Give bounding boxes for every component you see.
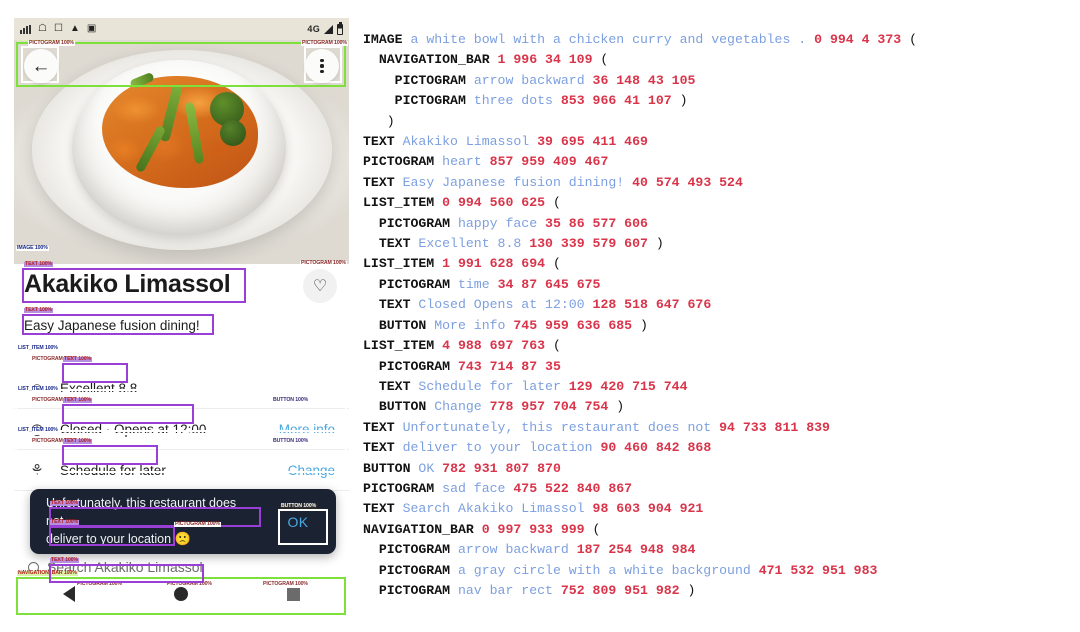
status-bar-left-icons: ☖ ☐ ▲ ▣ <box>20 24 307 34</box>
alarm-icon <box>20 24 31 34</box>
warning-icon: ▲ <box>69 23 80 34</box>
restaurant-content: Akakiko Limassol ♡ Easy Japanese fusion … <box>14 264 349 575</box>
listing-line: PICTOGRAM three dots 853 966 41 107 ) <box>394 93 688 109</box>
listing-line: TEXT Schedule for later 129 420 715 744 <box>378 378 688 394</box>
title-row: Akakiko Limassol ♡ <box>14 264 349 314</box>
home-icon: ☖ <box>38 23 47 34</box>
status-bar: ☖ ☐ ▲ ▣ 4G <box>14 18 349 40</box>
listing-line: TEXT Easy Japanese fusion dining! 40 574… <box>363 174 743 190</box>
listing-line: BUTTON More info 745 959 636 685 ) <box>378 317 648 333</box>
signal-bars-icon <box>324 24 333 34</box>
three-dots-icon <box>320 70 324 74</box>
arrow-backward-icon: ← <box>31 55 51 77</box>
listing-line: TEXT Closed Opens at 12:00 128 518 647 6… <box>378 297 712 313</box>
more-info-button[interactable]: More info <box>279 422 349 437</box>
three-dots-icon <box>320 58 324 62</box>
annotation-tag-happy-face: PICTOGRAM 100% <box>31 356 78 363</box>
snackbar-line-2: deliver to your location <box>46 532 172 547</box>
listing-line: TEXT Unfortunately, this restaurant does… <box>363 419 830 435</box>
list-item-label: Excellent 8.8 <box>60 380 138 396</box>
listing-line: PICTOGRAM time 34 87 645 675 <box>378 276 601 292</box>
list-item-label: Closed · Opens at 12:00 <box>60 421 207 437</box>
listing-line: PICTOGRAM sad face 475 522 840 867 <box>363 480 633 496</box>
info-rows: ☺ Excellent 8.8 ◴ Closed · Opens at 12:0… <box>14 368 349 491</box>
search-icon <box>28 561 39 573</box>
listing-line: TEXT Excellent 8.8 130 339 579 607 ) <box>378 236 664 252</box>
annotation-listing: IMAGE a white bowl with a chicken curry … <box>363 30 1073 601</box>
back-button[interactable]: ← <box>24 49 58 83</box>
status-bar-right-icons: 4G <box>307 22 343 35</box>
listing-line: TEXT Search Akakiko Limassol 98 603 904 … <box>363 501 704 517</box>
favorite-button[interactable]: ♡ <box>303 269 337 303</box>
listing-line: IMAGE a white bowl with a chicken curry … <box>363 32 918 47</box>
listing-line: NAVIGATION_BAR 0 997 933 999 ( <box>363 521 601 537</box>
snackbar-line-2-wrap: deliver to your location 🙁 <box>46 530 254 549</box>
listing-line: BUTTON OK 782 931 807 870 <box>363 460 561 476</box>
annotation-tag-list-item-1: LIST_ITEM 100% <box>17 345 59 352</box>
image-icon: ▣ <box>86 23 97 34</box>
snackbar-line-1: Unfortunately, this restaurant does not <box>46 495 237 529</box>
search-placeholder: Search Akakiko Limassol <box>47 559 203 575</box>
triangle-back-icon[interactable] <box>63 586 76 602</box>
heart-icon: ♡ <box>312 278 328 295</box>
network-label: 4G <box>307 24 320 34</box>
annotated-phone-screenshot: ☖ ☐ ▲ ▣ 4G ← Akakiko Limassol ♡ Easy Jap… <box>14 18 349 618</box>
restaurant-subtitle: Easy Japanese fusion dining! <box>24 318 200 333</box>
overflow-menu-button[interactable] <box>305 49 339 83</box>
listing-line: PICTOGRAM nav bar rect 752 809 951 982 ) <box>378 582 696 598</box>
screenshot-root: ☖ ☐ ▲ ▣ 4G ← Akakiko Limassol ♡ Easy Jap… <box>0 0 1080 632</box>
circle-home-icon[interactable] <box>173 587 188 601</box>
clock-icon: ◴ <box>30 421 44 438</box>
bike-delivery-icon: ⚘ <box>30 462 44 479</box>
listing-line: ) <box>378 113 395 129</box>
listing-line: PICTOGRAM 743 714 87 35 <box>378 358 561 374</box>
list-item[interactable]: ◴ Closed · Opens at 12:00 More info <box>14 409 349 450</box>
list-item[interactable]: ☺ Excellent 8.8 <box>14 368 349 409</box>
snackbar-dialog: Unfortunately, this restaurant does not … <box>30 489 336 554</box>
sim-icon: ☐ <box>53 23 63 34</box>
listing-line: TEXT deliver to your location 90 460 842… <box>363 440 712 456</box>
listing-line: PICTOGRAM happy face 35 86 577 606 <box>378 215 648 231</box>
snackbar-message: Unfortunately, this restaurant does not … <box>30 494 260 549</box>
list-item-label: Schedule for later <box>60 462 166 478</box>
listing-line: PICTOGRAM heart 857 959 409 467 <box>363 154 609 170</box>
bottom-navigation-bar <box>14 574 349 614</box>
listing-line: LIST_ITEM 1 991 628 694 ( <box>363 256 561 272</box>
battery-icon <box>337 22 343 35</box>
listing-line: BUTTON Change 778 957 704 754 ) <box>378 399 625 415</box>
square-recents-icon[interactable] <box>286 587 300 601</box>
listing-line: PICTOGRAM arrow backward 187 254 948 984 <box>378 542 696 558</box>
listing-line: PICTOGRAM a gray circle with a white bac… <box>378 562 878 578</box>
sad-face-icon: 🙁 <box>174 531 191 547</box>
listing-line: LIST_ITEM 4 988 697 763 ( <box>363 338 561 354</box>
listing-line: NAVIGATION_BAR 1 996 34 109 ( <box>378 52 609 68</box>
listing-line: LIST_ITEM 0 994 560 625 ( <box>363 195 561 211</box>
top-navigation-bar: ← <box>14 40 349 90</box>
three-dots-icon <box>320 64 324 68</box>
happy-face-icon: ☺ <box>29 379 45 397</box>
annotation-tag-excellent-text: TEXT 100% <box>63 356 93 363</box>
listing-line: TEXT Akakiko Limassol 39 695 411 469 <box>363 134 648 150</box>
ok-button[interactable]: OK <box>260 514 336 530</box>
broccoli-shape <box>220 120 246 146</box>
change-button[interactable]: Change <box>288 463 349 478</box>
listing-line: PICTOGRAM arrow backward 36 148 43 105 <box>394 72 696 88</box>
list-item[interactable]: ⚘ Schedule for later Change <box>14 450 349 491</box>
restaurant-title: Akakiko Limassol <box>24 270 231 298</box>
